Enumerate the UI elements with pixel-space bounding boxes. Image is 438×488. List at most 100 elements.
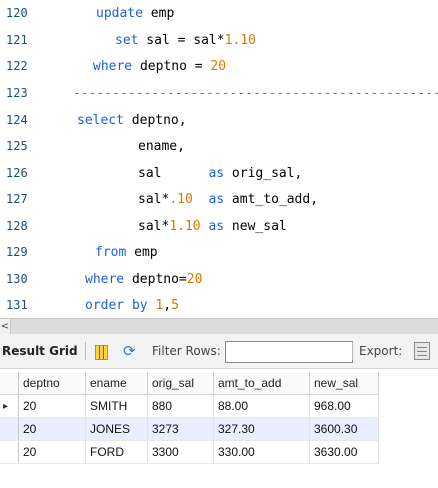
- export-icon[interactable]: [414, 342, 430, 360]
- sql-keyword: as: [208, 166, 225, 181]
- sql-token: ename,: [138, 139, 185, 154]
- cell-orig-sal[interactable]: 3273: [147, 417, 214, 441]
- code-text: ----------------------------------------…: [73, 83, 438, 104]
- line-number: 131: [6, 298, 28, 312]
- sql-token: amt_to_add,: [224, 192, 319, 207]
- code-line[interactable]: 127 sal*.10 as amt_to_add,: [0, 189, 438, 210]
- sql-keyword: where: [85, 272, 125, 287]
- table-row[interactable]: 20 JONES 3273 327.30 3600.30: [0, 417, 379, 441]
- sql-token: sal: [138, 166, 209, 181]
- toolbar-divider: [352, 342, 353, 360]
- sql-keyword: where: [93, 59, 133, 74]
- sql-token: sal = sal*: [138, 33, 225, 48]
- sql-keyword: update: [96, 6, 143, 21]
- line-number: 127: [6, 192, 28, 206]
- sql-token: emp: [126, 245, 158, 260]
- code-line[interactable]: 120 update emp: [0, 3, 438, 24]
- code-line[interactable]: 128 sal*1.10 as new_sal: [0, 216, 438, 237]
- horizontal-scrollbar[interactable]: <: [0, 318, 438, 335]
- cell-amt-to-add[interactable]: 88.00: [213, 394, 310, 418]
- line-number: 120: [6, 6, 28, 20]
- header-row: deptno ename orig_sal amt_to_add new_sal: [0, 372, 379, 395]
- sql-keyword: select: [77, 113, 124, 128]
- sql-token: ,: [163, 298, 172, 313]
- sql-number: .10: [169, 192, 193, 207]
- filter-rows-input[interactable]: [225, 341, 353, 363]
- current-row-marker: ▸: [0, 394, 19, 418]
- sql-number: 20: [210, 59, 227, 74]
- toolbar-divider: [85, 342, 86, 360]
- sql-token: sal*: [138, 192, 170, 207]
- sql-token: orig_sal,: [224, 166, 303, 181]
- export-label[interactable]: Export:: [359, 344, 402, 358]
- sql-token: emp: [142, 6, 175, 21]
- sql-keyword: from: [95, 245, 127, 260]
- code-line[interactable]: 129 from emp: [0, 242, 438, 263]
- cell-orig-sal[interactable]: 3300: [147, 440, 214, 464]
- code-text: set sal = sal*1.10: [115, 30, 256, 51]
- sql-token: deptno=: [124, 272, 187, 287]
- code-text: order by 1,5: [85, 295, 179, 316]
- filter-rows-label: Filter Rows:: [152, 344, 221, 358]
- cell-new-sal[interactable]: 3630.00: [309, 440, 379, 464]
- cell-ename[interactable]: JONES: [85, 417, 148, 441]
- sql-keyword: set: [115, 33, 139, 48]
- row-header: [0, 417, 19, 441]
- cell-ename[interactable]: SMITH: [85, 394, 148, 418]
- sql-editor[interactable]: 120 update emp 121 set sal = sal*1.10 122 whe…: [0, 0, 438, 318]
- code-line[interactable]: 130 where deptno=20: [0, 269, 438, 290]
- result-grid: deptno ename orig_sal amt_to_add new_sal…: [0, 369, 438, 488]
- column-header-deptno[interactable]: deptno: [18, 372, 86, 395]
- code-line[interactable]: 122 where deptno = 20: [0, 56, 438, 77]
- column-header-new-sal[interactable]: new_sal: [309, 372, 379, 395]
- code-text: from emp: [95, 242, 158, 263]
- refresh-icon[interactable]: ⟳: [123, 342, 141, 360]
- table-row[interactable]: 20 FORD 3300 330.00 3630.00: [0, 440, 379, 464]
- code-line[interactable]: 125 ename,: [0, 136, 438, 157]
- result-grid-tab[interactable]: Result Grid: [2, 344, 78, 358]
- sql-number: 20: [186, 272, 203, 287]
- line-number: 128: [6, 219, 28, 233]
- cell-deptno[interactable]: 20: [18, 440, 86, 464]
- code-text: where deptno = 20: [93, 56, 226, 77]
- cell-new-sal[interactable]: 3600.30: [309, 417, 379, 441]
- row-header-corner: [0, 372, 19, 395]
- line-number: 129: [6, 245, 28, 259]
- grid-view-icon[interactable]: [95, 345, 108, 360]
- sql-keyword: order by: [85, 298, 148, 313]
- cell-new-sal[interactable]: 968.00: [309, 394, 379, 418]
- line-number: 121: [6, 33, 28, 47]
- column-header-orig-sal[interactable]: orig_sal: [147, 372, 214, 395]
- line-number: 130: [6, 272, 28, 286]
- code-line[interactable]: 126 sal as orig_sal,: [0, 163, 438, 184]
- code-text: select deptno,: [77, 110, 187, 131]
- code-line[interactable]: 131 order by 1,5: [0, 295, 438, 316]
- code-text: where deptno=20: [85, 269, 202, 290]
- sql-token: new_sal: [224, 219, 287, 234]
- code-text: ename,: [138, 136, 185, 157]
- result-toolbar: Result Grid ⟳ Filter Rows: Export:: [0, 334, 438, 369]
- scroll-left-arrow[interactable]: <: [0, 319, 11, 335]
- column-header-amt-to-add[interactable]: amt_to_add: [213, 372, 310, 395]
- line-number: 123: [6, 86, 28, 100]
- result-table: deptno ename orig_sal amt_to_add new_sal…: [0, 372, 379, 464]
- cell-ename[interactable]: FORD: [85, 440, 148, 464]
- code-line[interactable]: 124 select deptno,: [0, 110, 438, 131]
- code-line[interactable]: 123 -------------------------------------…: [0, 83, 438, 104]
- cell-amt-to-add[interactable]: 327.30: [213, 417, 310, 441]
- sql-number: 5: [171, 298, 179, 313]
- cell-deptno[interactable]: 20: [18, 394, 86, 418]
- cell-deptno[interactable]: 20: [18, 417, 86, 441]
- table-row[interactable]: ▸ 20 SMITH 880 88.00 968.00: [0, 394, 379, 418]
- sql-keyword: as: [208, 192, 225, 207]
- code-line[interactable]: 121 set sal = sal*1.10: [0, 30, 438, 51]
- code-text: update emp: [96, 3, 174, 24]
- sql-token: deptno,: [123, 113, 187, 128]
- column-header-ename[interactable]: ename: [85, 372, 148, 395]
- sql-token: deptno =: [132, 59, 211, 74]
- code-text: sal as orig_sal,: [138, 163, 302, 184]
- line-number: 122: [6, 59, 28, 73]
- cell-orig-sal[interactable]: 880: [147, 394, 214, 418]
- cell-amt-to-add[interactable]: 330.00: [213, 440, 310, 464]
